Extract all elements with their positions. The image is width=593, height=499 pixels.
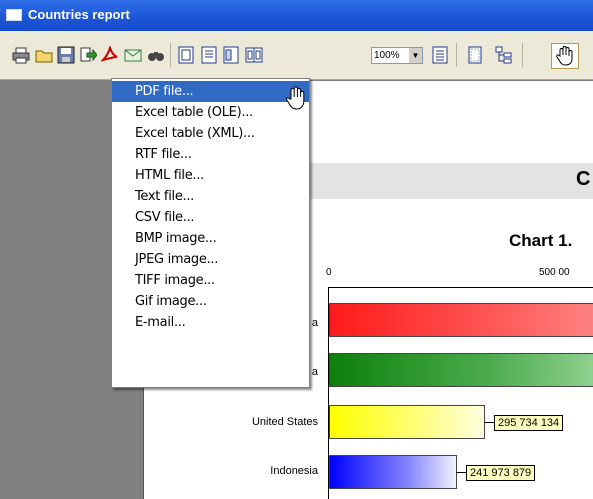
find-icon[interactable] bbox=[147, 46, 165, 64]
toolbar: 100% ▼ bbox=[0, 31, 593, 80]
menu-item-gif[interactable]: Gif image... bbox=[112, 291, 309, 312]
chevron-down-icon[interactable]: ▼ bbox=[409, 48, 422, 63]
menu-item-tiff[interactable]: TIFF image... bbox=[112, 270, 309, 291]
menu-item-pdf[interactable]: PDF file... bbox=[112, 81, 309, 102]
title-bar: Countries report bbox=[0, 0, 593, 31]
page-width-icon[interactable] bbox=[200, 46, 218, 64]
save-icon[interactable] bbox=[57, 46, 75, 64]
page-setup-icon[interactable] bbox=[466, 46, 484, 64]
axis-tick-label: 500 00 bbox=[539, 267, 570, 278]
axis-tick-label: 0 bbox=[326, 267, 332, 278]
bar-label: United States bbox=[251, 416, 318, 428]
bar bbox=[329, 353, 593, 387]
hand-tool-button[interactable] bbox=[551, 43, 579, 69]
x-axis-line bbox=[328, 287, 593, 288]
toolbar-separator bbox=[522, 43, 523, 67]
tree-icon[interactable] bbox=[495, 46, 513, 64]
hand-tool-icon bbox=[556, 46, 573, 66]
four-pages-icon[interactable] bbox=[245, 46, 263, 64]
chart-title: Chart 1. bbox=[509, 231, 573, 250]
bar bbox=[329, 405, 485, 439]
bar bbox=[329, 455, 457, 489]
menu-item-bmp[interactable]: BMP image... bbox=[112, 228, 309, 249]
menu-item-rtf[interactable]: RTF file... bbox=[112, 144, 309, 165]
pdf-icon[interactable] bbox=[101, 46, 119, 64]
report-header-text: C bbox=[576, 168, 591, 190]
menu-item-csv[interactable]: CSV file... bbox=[112, 207, 309, 228]
zoom-value: 100% bbox=[374, 50, 400, 61]
window-title: Countries report bbox=[28, 7, 130, 22]
menu-item-html[interactable]: HTML file... bbox=[112, 165, 309, 186]
zoom-dropdown[interactable]: 100% ▼ bbox=[371, 47, 423, 64]
print-icon[interactable] bbox=[12, 46, 30, 64]
menu-item-email[interactable]: E-mail... bbox=[112, 312, 309, 333]
toolbar-separator bbox=[170, 43, 171, 67]
data-label: 295 734 134 bbox=[494, 415, 564, 431]
menu-item-text[interactable]: Text file... bbox=[112, 186, 309, 207]
export-menu: PDF file... Excel table (OLE)... Excel t… bbox=[111, 78, 310, 388]
menu-item-excel-ole[interactable]: Excel table (OLE)... bbox=[112, 102, 309, 123]
menu-item-jpeg[interactable]: JPEG image... bbox=[112, 249, 309, 270]
export-icon[interactable] bbox=[79, 46, 97, 64]
two-pages-icon[interactable] bbox=[222, 46, 240, 64]
bar-label: Indonesia bbox=[270, 465, 318, 477]
menu-item-excel-xml[interactable]: Excel table (XML)... bbox=[112, 123, 309, 144]
one-page-icon[interactable] bbox=[177, 46, 195, 64]
toolbar-separator bbox=[456, 43, 457, 67]
outline-icon[interactable] bbox=[431, 46, 449, 64]
data-label: 241 973 879 bbox=[466, 465, 536, 481]
open-icon[interactable] bbox=[35, 46, 53, 64]
email-icon[interactable] bbox=[124, 46, 142, 64]
hand-cursor-icon bbox=[286, 86, 305, 110]
bar bbox=[329, 303, 593, 337]
window-icon bbox=[6, 9, 22, 21]
